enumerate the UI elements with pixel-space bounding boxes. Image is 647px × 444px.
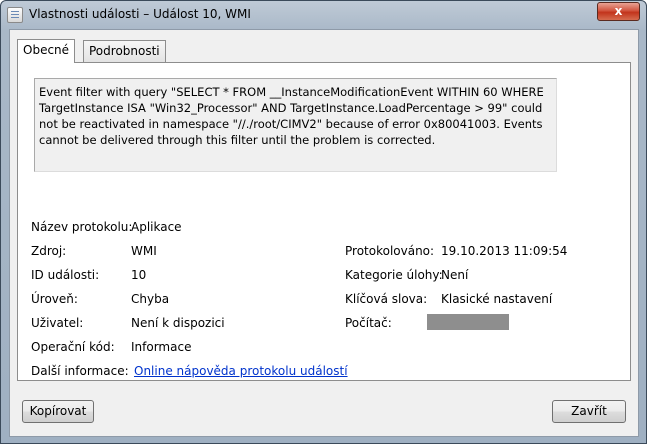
close-button[interactable]: Zavřít — [552, 400, 626, 423]
tab-general[interactable]: Obecné — [17, 39, 76, 63]
event-viewer-icon — [7, 7, 23, 23]
dialog-body: Obecné Podrobnosti Event filter with que… — [9, 29, 639, 437]
user-value: Není k dispozici — [131, 316, 225, 330]
event-properties-window: Vlastnosti události – Událost 10, WMI x … — [0, 0, 647, 444]
tab-details[interactable]: Podrobnosti — [83, 40, 166, 62]
level-value: Chyba — [131, 292, 170, 306]
level-label: Úroveň: — [31, 292, 78, 306]
more-info-label: Další informace: — [31, 364, 129, 378]
logged-value: 19.10.2013 11:09:54 — [441, 244, 568, 258]
logged-label: Protokolováno: — [345, 244, 435, 258]
event-id-value: 10 — [131, 268, 147, 282]
log-name-label: Název protokolu: — [31, 220, 133, 234]
computer-label: Počítač: — [345, 316, 392, 330]
task-category-value: Není — [441, 268, 469, 282]
log-name-value: Aplikace — [131, 220, 182, 234]
copy-button[interactable]: Kopírovat — [22, 400, 94, 423]
source-value: WMI — [131, 244, 157, 258]
close-window-button[interactable]: x — [597, 2, 640, 21]
online-help-link[interactable]: Online nápověda protokolu událostí — [134, 364, 348, 378]
source-label: Zdroj: — [31, 244, 67, 258]
event-id-label: ID události: — [31, 268, 100, 282]
keywords-value: Klasické nastavení — [441, 292, 553, 306]
opcode-value: Informace — [131, 340, 192, 354]
task-category-label: Kategorie úlohy: — [345, 268, 443, 282]
user-label: Uživatel: — [31, 316, 84, 330]
opcode-label: Operační kód: — [31, 340, 115, 354]
keywords-label: Klíčová slova: — [345, 292, 428, 306]
event-description[interactable]: Event filter with query "SELECT * FROM _… — [34, 78, 557, 172]
computer-value-redacted — [427, 314, 509, 330]
general-tab-panel: Event filter with query "SELECT * FROM _… — [17, 62, 631, 381]
title-bar[interactable]: Vlastnosti události – Událost 10, WMI x — [1, 1, 646, 29]
window-title: Vlastnosti události – Událost 10, WMI — [29, 7, 251, 21]
